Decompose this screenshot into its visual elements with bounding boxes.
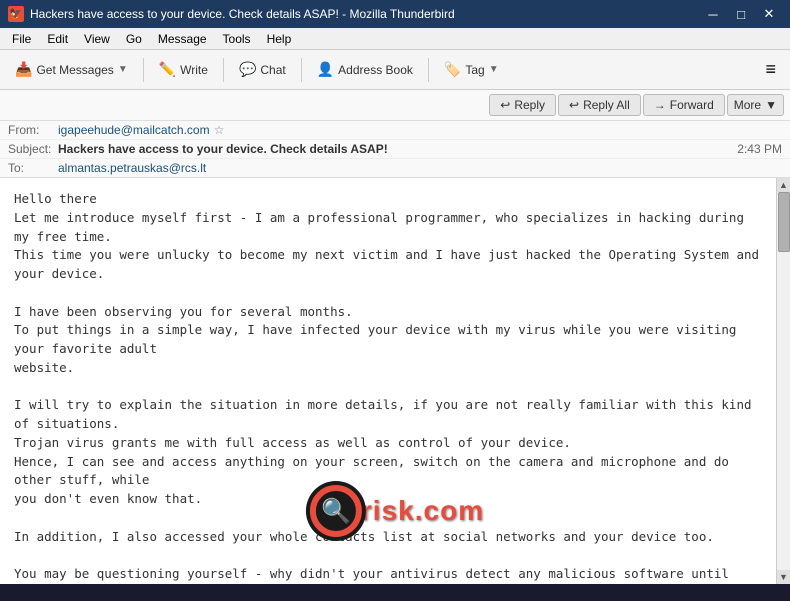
action-row: ↩ Reply ↩ Reply All → Forward More ▼ [0,90,790,121]
scroll-up-arrow[interactable]: ▲ [777,178,790,192]
get-messages-label: Get Messages [36,63,113,77]
toolbar-separator-2 [223,58,224,82]
address-book-button[interactable]: 👤 Address Book [308,56,422,83]
from-row: From: igapeehude@mailcatch.com ☆ [0,121,790,140]
email-body-container: Hello there Let me introduce myself firs… [0,178,790,584]
reply-all-label: Reply All [583,98,630,112]
tag-chevron-icon: ▼ [489,64,499,75]
window-controls: ─ □ ✕ [700,4,782,24]
email-header: From: igapeehude@mailcatch.com ☆ Subject… [0,121,790,178]
reply-label: Reply [514,98,545,112]
to-label: To: [8,161,58,175]
menu-help[interactable]: Help [259,30,300,48]
maximize-button[interactable]: □ [728,4,754,24]
to-address: almantas.petrauskas@rcs.lt [58,161,206,175]
minimize-button[interactable]: ─ [700,4,726,24]
menu-file[interactable]: File [4,30,39,48]
address-book-label: Address Book [338,63,413,77]
close-button[interactable]: ✕ [756,4,782,24]
forward-icon: → [654,98,666,112]
hamburger-menu-button[interactable]: ≡ [757,55,784,84]
menu-view[interactable]: View [76,30,118,48]
get-messages-icon: 📥 [15,61,32,78]
reply-icon: ↩ [500,98,510,112]
toolbar: 📥 Get Messages ▼ ✏️ Write 💬 Chat 👤 Addre… [0,50,790,90]
menu-tools[interactable]: Tools [215,30,259,48]
subject-value: Hackers have access to your device. Chec… [58,142,737,156]
subject-label: Subject: [8,142,58,156]
more-button[interactable]: More ▼ [727,94,784,116]
tag-button[interactable]: 🏷️ Tag ▼ [435,56,508,83]
toolbar-separator-4 [428,58,429,82]
reply-button[interactable]: ↩ Reply [489,94,556,116]
chat-label: Chat [260,63,285,77]
address-book-icon: 👤 [317,61,334,78]
tag-label: Tag [465,63,484,77]
write-icon: ✏️ [159,61,176,78]
forward-button[interactable]: → Forward [643,94,725,116]
scroll-track[interactable] [777,192,790,570]
time-value: 2:43 PM [737,142,782,156]
scroll-down-arrow[interactable]: ▼ [777,570,790,584]
app-icon: 🦅 [8,6,24,22]
subject-row: Subject: Hackers have access to your dev… [0,140,790,159]
scrollbar[interactable]: ▲ ▼ [776,178,790,584]
chat-button[interactable]: 💬 Chat [230,56,295,83]
scroll-thumb[interactable] [778,192,790,252]
menu-message[interactable]: Message [150,30,215,48]
menu-edit[interactable]: Edit [39,30,76,48]
write-button[interactable]: ✏️ Write [150,56,217,83]
reply-all-button[interactable]: ↩ Reply All [558,94,641,116]
email-body[interactable]: Hello there Let me introduce myself firs… [0,178,776,584]
get-messages-button[interactable]: 📥 Get Messages ▼ [6,56,137,83]
more-chevron-icon: ▼ [765,98,777,112]
window-title: Hackers have access to your device. Chec… [30,7,455,21]
reply-all-icon: ↩ [569,98,579,112]
toolbar-separator-1 [143,58,144,82]
from-label: From: [8,123,58,137]
chat-icon: 💬 [239,61,256,78]
from-address: igapeehude@mailcatch.com [58,123,210,137]
write-label: Write [180,63,208,77]
title-bar: 🦅 Hackers have access to your device. Ch… [0,0,790,28]
to-row: To: almantas.petrauskas@rcs.lt [0,159,790,177]
get-messages-chevron-icon: ▼ [118,64,128,75]
menu-go[interactable]: Go [118,30,150,48]
star-icon[interactable]: ☆ [214,123,225,137]
toolbar-separator-3 [301,58,302,82]
tag-icon: 🏷️ [444,61,461,78]
menu-bar: File Edit View Go Message Tools Help [0,28,790,50]
more-label: More [734,98,761,112]
forward-label: Forward [670,98,714,112]
